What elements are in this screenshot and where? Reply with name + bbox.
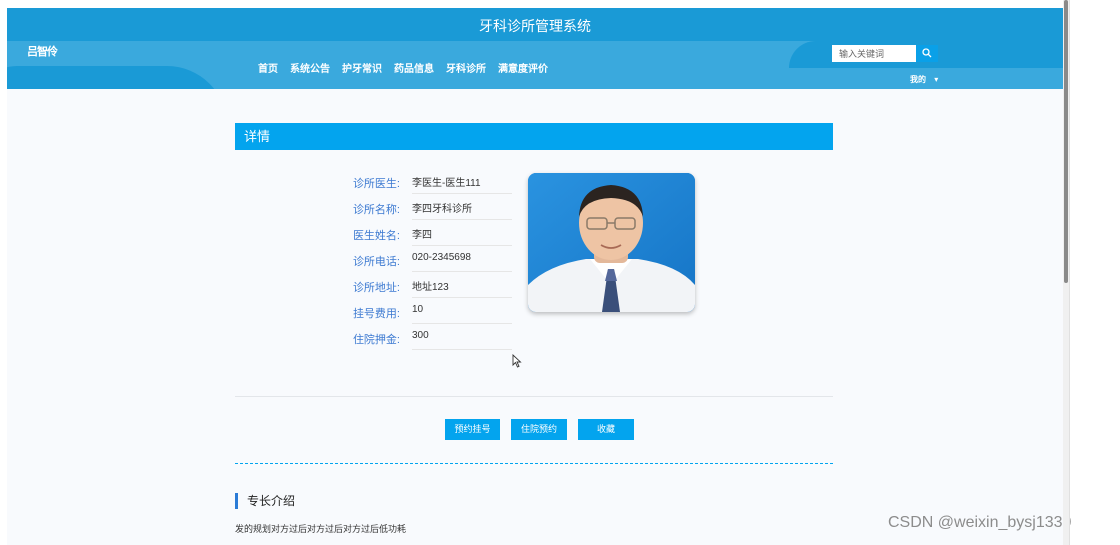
nav-medicine-info[interactable]: 药品信息 (394, 60, 434, 75)
search-icon (922, 45, 932, 63)
field-clinic-phone: 诊所电话: 020-2345698 (300, 249, 512, 273)
chevron-down-icon: ▾ (934, 75, 939, 84)
field-value: 020-2345698 (412, 250, 512, 272)
book-registration-button[interactable]: 预约挂号 (445, 419, 500, 440)
detail-title-bar: 详情 (235, 123, 833, 150)
dashed-divider (235, 463, 833, 464)
search-input[interactable] (832, 45, 916, 62)
field-value: 李医生-医生111 (412, 172, 512, 194)
book-hospital-button[interactable]: 住院预约 (511, 419, 567, 440)
field-clinic-doctor: 诊所医生: 李医生-医生111 (300, 171, 512, 195)
search-button[interactable] (916, 45, 938, 62)
field-value: 300 (412, 328, 512, 350)
field-registration-fee: 挂号费用: 10 (300, 301, 512, 325)
field-hospital-deposit: 住院押金: 300 (300, 327, 512, 351)
field-value: 李四 (412, 224, 512, 246)
field-doctor-name: 医生姓名: 李四 (300, 223, 512, 247)
mouse-cursor-icon (512, 353, 522, 373)
site-header: 牙科诊所管理系统 吕智伶 首页 系统公告 护牙常识 药品信息 牙科诊所 满意度评… (7, 8, 1063, 89)
field-label: 住院押金: (352, 334, 400, 346)
watermark: CSDN @weixin_bysj1330 (888, 514, 1072, 531)
field-label: 挂号费用: (352, 308, 400, 320)
user-name[interactable]: 吕智伶 (27, 43, 58, 59)
field-label: 诊所医生: (352, 178, 400, 190)
divider (235, 396, 833, 397)
field-value: 李四牙科诊所 (412, 198, 512, 220)
specialty-text: 发的规划对方过后对方过后对方过后低功耗 (235, 524, 407, 534)
field-label: 医生姓名: (352, 230, 400, 242)
field-clinic-name: 诊所名称: 李四牙科诊所 (300, 197, 512, 221)
specialty-title: 专长介绍 (235, 493, 295, 509)
nav-dental-care[interactable]: 护牙常识 (342, 60, 382, 75)
field-label: 诊所地址: (352, 282, 400, 294)
field-clinic-address: 诊所地址: 地址123 (300, 275, 512, 299)
nav-home[interactable]: 首页 (258, 60, 278, 75)
doctor-photo (528, 173, 695, 312)
field-label: 诊所电话: (352, 256, 400, 268)
field-value: 10 (412, 302, 512, 324)
field-value: 地址123 (412, 276, 512, 298)
mine-menu[interactable]: 我的 ▾ (910, 74, 938, 85)
nav-satisfaction[interactable]: 满意度评价 (498, 60, 548, 75)
site-title: 牙科诊所管理系统 (479, 18, 591, 34)
scrollbar-thumb[interactable] (1064, 0, 1068, 283)
main-content (7, 89, 1063, 545)
main-nav: 首页 系统公告 护牙常识 药品信息 牙科诊所 满意度评价 (258, 60, 548, 75)
nav-dental-clinics[interactable]: 牙科诊所 (446, 60, 486, 75)
field-label: 诊所名称: (352, 204, 400, 216)
right-edge (1069, 0, 1070, 545)
nav-announcements[interactable]: 系统公告 (290, 60, 330, 75)
mine-label: 我的 (910, 75, 926, 84)
favorite-button[interactable]: 收藏 (578, 419, 634, 440)
top-gap (0, 0, 1120, 8)
